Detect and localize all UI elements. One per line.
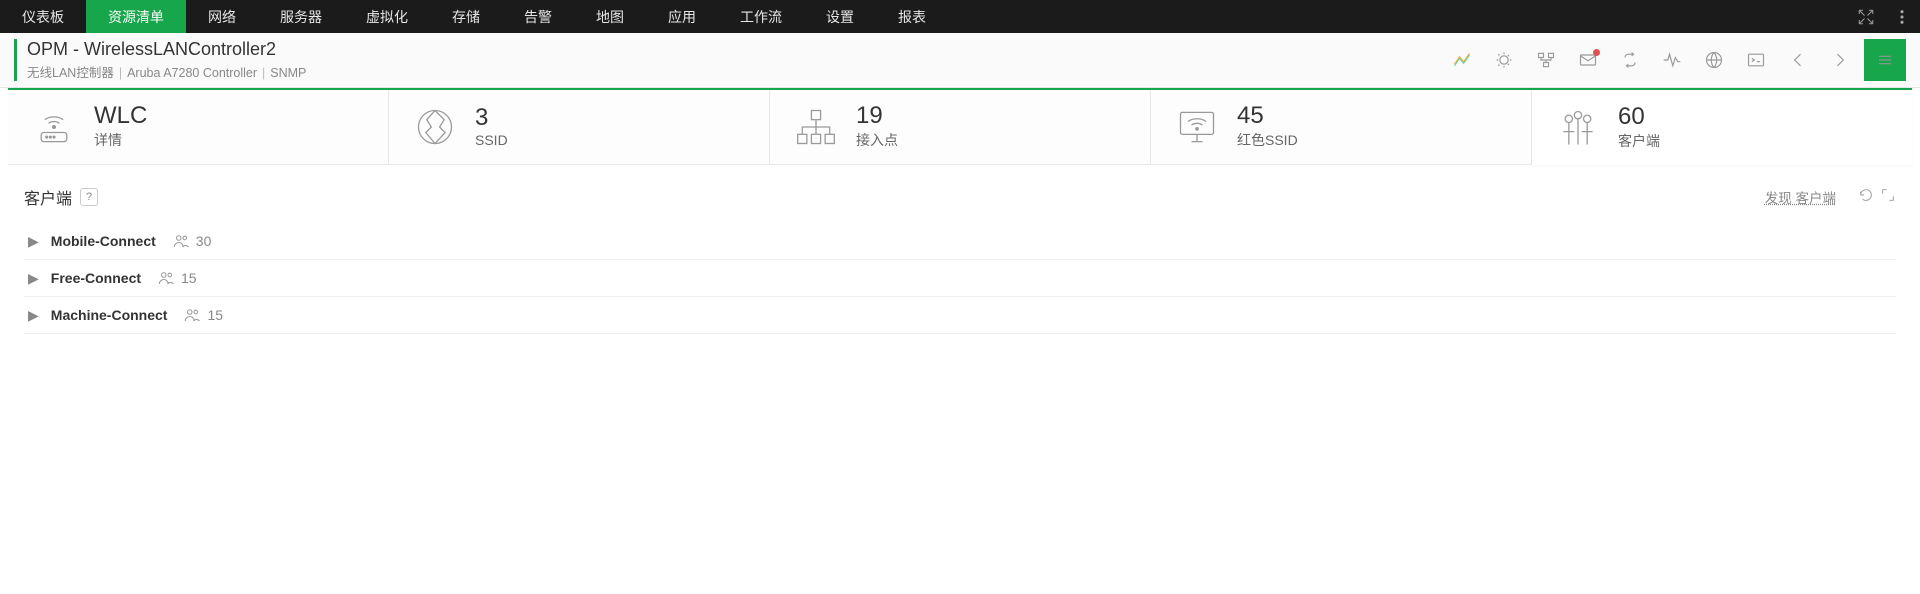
terminal-icon[interactable] xyxy=(1746,50,1766,70)
next-arrow[interactable] xyxy=(1830,50,1850,70)
discover-clients-link[interactable]: 发现 客户端 xyxy=(1765,187,1836,207)
clients-icon xyxy=(1556,106,1600,150)
nav-network[interactable]: 网络 xyxy=(186,0,258,33)
client-rows: ▶ Mobile-Connect 30 ▶ Free-Connect 15 ▶ … xyxy=(24,223,1896,334)
row-count: 15 xyxy=(181,270,197,286)
subtitle-protocol: SNMP xyxy=(270,66,306,80)
nav-storage[interactable]: 存储 xyxy=(430,0,502,33)
nav-inventory[interactable]: 资源清单 xyxy=(86,0,186,33)
title-block: OPM - WirelessLANController2 无线LAN控制器|Ar… xyxy=(27,39,306,81)
client-row[interactable]: ▶ Free-Connect 15 xyxy=(24,260,1896,297)
expand-caret-icon[interactable]: ▶ xyxy=(28,270,39,287)
panel-header: 客户端 ? 发现 客户端 xyxy=(24,185,1896,209)
nav-workflow[interactable]: 工作流 xyxy=(718,0,804,33)
card-wlc[interactable]: WLC 详情 xyxy=(8,90,389,164)
nav-alarms[interactable]: 告警 xyxy=(502,0,574,33)
nav-server[interactable]: 服务器 xyxy=(258,0,344,33)
collapse-icon[interactable] xyxy=(1848,0,1884,33)
header-actions xyxy=(1452,50,1850,70)
ssid-icon xyxy=(413,105,457,149)
page-title: OPM - WirelessLANController2 xyxy=(27,39,306,60)
message-icon[interactable] xyxy=(1578,50,1598,70)
top-nav: 仪表板 资源清单 网络 服务器 虚拟化 存储 告警 地图 应用 工作流 设置 报… xyxy=(0,0,1920,33)
card-value: 45 xyxy=(1237,104,1298,128)
card-label: SSID xyxy=(475,132,508,148)
row-count: 15 xyxy=(207,307,223,323)
globe-icon[interactable] xyxy=(1704,50,1724,70)
message-dot-icon xyxy=(1593,49,1600,56)
clients-panel: 客户端 ? 发现 客户端 ▶ Mobile-Connect 30 ▶ Free-… xyxy=(8,175,1912,344)
nav-virtualization[interactable]: 虚拟化 xyxy=(344,0,430,33)
expand-icon[interactable] xyxy=(1880,187,1896,208)
row-users: 30 xyxy=(172,232,212,250)
nav-reports[interactable]: 报表 xyxy=(876,0,948,33)
refresh-icon[interactable] xyxy=(1858,187,1874,208)
loop-icon[interactable] xyxy=(1620,50,1640,70)
client-row[interactable]: ▶ Mobile-Connect 30 xyxy=(24,223,1896,260)
hamburger-button[interactable] xyxy=(1864,39,1906,81)
accent-bar xyxy=(14,39,17,81)
alert-icon[interactable] xyxy=(1494,50,1514,70)
card-value: 19 xyxy=(856,104,898,128)
ap-icon xyxy=(794,105,838,149)
subtitle-product: Aruba A7280 Controller xyxy=(127,66,257,80)
nav-maps[interactable]: 地图 xyxy=(574,0,646,33)
expand-caret-icon[interactable]: ▶ xyxy=(28,233,39,250)
prev-arrow xyxy=(1788,50,1808,70)
card-clients[interactable]: 60 客户端 xyxy=(1532,91,1912,165)
page-header: OPM - WirelessLANController2 无线LAN控制器|Ar… xyxy=(0,33,1920,88)
subtitle-controller-type: 无线LAN控制器 xyxy=(27,66,114,80)
card-label: 接入点 xyxy=(856,130,898,150)
pulse-icon[interactable] xyxy=(1662,50,1682,70)
card-label: 红色SSID xyxy=(1237,130,1298,150)
nav-settings[interactable]: 设置 xyxy=(804,0,876,33)
card-label: 详情 xyxy=(94,130,147,150)
card-value: 3 xyxy=(475,106,508,130)
monitor-wifi-icon xyxy=(1175,105,1219,149)
card-value: 60 xyxy=(1618,105,1660,129)
card-label: 客户端 xyxy=(1618,131,1660,151)
row-users: 15 xyxy=(183,306,223,324)
row-name: Free-Connect xyxy=(51,270,141,286)
kebab-icon[interactable] xyxy=(1884,0,1920,33)
card-value: WLC xyxy=(94,104,147,128)
card-ssid[interactable]: 3 SSID xyxy=(389,90,770,164)
row-name: Mobile-Connect xyxy=(51,233,156,249)
topology-icon[interactable] xyxy=(1536,50,1556,70)
stat-cards: WLC 详情 3 SSID 19 接入点 45 红色SSID xyxy=(8,88,1912,165)
row-count: 30 xyxy=(196,233,212,249)
client-row[interactable]: ▶ Machine-Connect 15 xyxy=(24,297,1896,334)
row-users: 15 xyxy=(157,269,197,287)
nav-apps[interactable]: 应用 xyxy=(646,0,718,33)
help-icon[interactable]: ? xyxy=(80,188,98,206)
card-ap[interactable]: 19 接入点 xyxy=(770,90,1151,164)
page-subtitle: 无线LAN控制器|Aruba A7280 Controller|SNMP xyxy=(27,62,306,81)
wlc-icon xyxy=(32,105,76,149)
nav-dashboard[interactable]: 仪表板 xyxy=(0,0,86,33)
expand-caret-icon[interactable]: ▶ xyxy=(28,307,39,324)
card-red-ssid[interactable]: 45 红色SSID xyxy=(1151,90,1532,164)
panel-title: 客户端 xyxy=(24,185,72,209)
chart-icon[interactable] xyxy=(1452,50,1472,70)
row-name: Machine-Connect xyxy=(51,307,168,323)
